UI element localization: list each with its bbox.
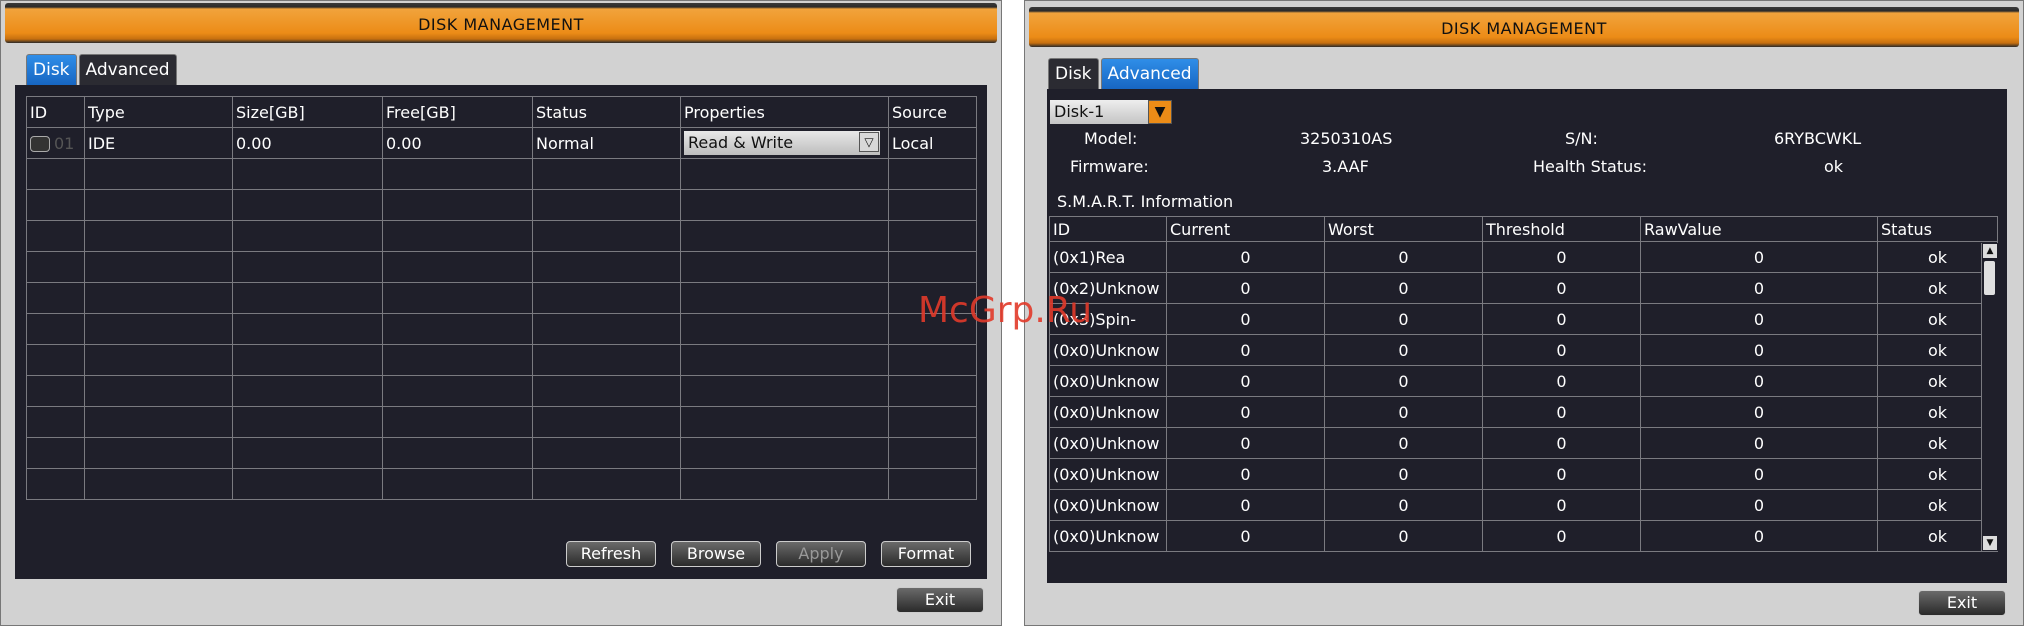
col-id: ID: [1049, 216, 1167, 242]
table-row[interactable]: (0x1)Rea 0 0 0 0 ok: [1049, 241, 1998, 273]
table-row: [26, 344, 977, 376]
table-row[interactable]: (0x0)Unknow 0 0 0 0 ok: [1049, 365, 1998, 397]
properties-value: Read & Write: [688, 133, 794, 152]
table-row: [26, 406, 977, 438]
col-free: Free[GB]: [382, 96, 533, 128]
apply-button[interactable]: Apply: [776, 541, 866, 567]
table-row: [26, 189, 977, 221]
col-type: Type: [84, 96, 233, 128]
table-row[interactable]: 01 IDE 0.00 0.00 Normal Read & Write ▽ L…: [26, 127, 977, 159]
col-status: Status: [1877, 216, 1998, 242]
tab-bar: Disk Advanced: [1048, 58, 1201, 90]
row-source: Local: [888, 127, 977, 159]
tab-advanced[interactable]: Advanced: [78, 54, 177, 85]
disk-table: ID Type Size[GB] Free[GB] Status Propert…: [26, 96, 977, 500]
col-status: Status: [532, 96, 681, 128]
chevron-down-icon[interactable]: ▼: [1148, 100, 1172, 124]
row-id: 01: [54, 133, 75, 153]
chevron-down-icon[interactable]: ▽: [859, 132, 879, 152]
col-threshold: Threshold: [1482, 216, 1641, 242]
smart-table: ID Current Worst Threshold RawValue Stat…: [1049, 216, 1998, 552]
browse-button[interactable]: Browse: [671, 541, 761, 567]
table-row: [26, 220, 977, 252]
refresh-button[interactable]: Refresh: [566, 541, 656, 567]
col-id: ID: [26, 96, 85, 128]
table-row[interactable]: (0x0)Unknow 0 0 0 0 ok: [1049, 489, 1998, 521]
scroll-thumb[interactable]: [1984, 261, 1995, 295]
window-title: DISK MANAGEMENT: [1029, 7, 2019, 47]
col-source: Source: [888, 96, 977, 128]
row-type: IDE: [84, 127, 233, 159]
row-size: 0.00: [232, 127, 383, 159]
row-checkbox[interactable]: [30, 136, 50, 152]
health-status-value: ok: [1824, 157, 1844, 176]
sn-value: 6RYBCWKL: [1774, 129, 1862, 148]
scroll-down-icon[interactable]: ▼: [1983, 536, 1997, 550]
col-current: Current: [1166, 216, 1325, 242]
col-rawvalue: RawValue: [1640, 216, 1878, 242]
table-row[interactable]: (0x0)Unknow 0 0 0 0 ok: [1049, 458, 1998, 490]
watermark: McGrp.Ru: [918, 290, 1093, 331]
row-free: 0.00: [382, 127, 533, 159]
table-row: [26, 437, 977, 469]
table-row[interactable]: (0x3)Spin- 0 0 0 0 ok: [1049, 303, 1998, 335]
firmware-value: 3.AAF: [1322, 157, 1369, 176]
tab-bar: Disk Advanced: [26, 54, 179, 86]
properties-select[interactable]: Read & Write ▽: [684, 131, 880, 155]
exit-button[interactable]: Exit: [896, 587, 984, 613]
firmware-label: Firmware:: [1070, 157, 1149, 176]
disk-select[interactable]: Disk-1 ▼: [1050, 100, 1172, 124]
smart-info-title: S.M.A.R.T. Information: [1057, 192, 1234, 211]
tab-disk[interactable]: Disk: [1048, 58, 1099, 89]
table-row: [26, 282, 977, 314]
tab-disk[interactable]: Disk: [26, 54, 77, 85]
scroll-up-icon[interactable]: ▲: [1983, 244, 1997, 258]
model-label: Model:: [1084, 129, 1138, 148]
table-row: [26, 468, 977, 500]
table-header: ID Current Worst Threshold RawValue Stat…: [1049, 216, 1998, 242]
table-row[interactable]: (0x0)Unknow 0 0 0 0 ok: [1049, 427, 1998, 459]
table-row: [26, 313, 977, 345]
col-properties: Properties: [680, 96, 889, 128]
model-value: 3250310AS: [1300, 129, 1393, 148]
sn-label: S/N:: [1565, 129, 1598, 148]
col-size: Size[GB]: [232, 96, 383, 128]
health-status-label: Health Status:: [1533, 157, 1647, 176]
table-row: [26, 158, 977, 190]
smart-scrollbar[interactable]: ▲ ▼: [1981, 243, 1998, 551]
table-row[interactable]: (0x2)Unknow 0 0 0 0 ok: [1049, 272, 1998, 304]
table-row: [26, 251, 977, 283]
row-status: Normal: [532, 127, 681, 159]
table-row[interactable]: (0x0)Unknow 0 0 0 0 ok: [1049, 520, 1998, 552]
window-title: DISK MANAGEMENT: [5, 3, 997, 43]
col-worst: Worst: [1324, 216, 1483, 242]
tab-advanced[interactable]: Advanced: [1100, 58, 1199, 89]
exit-button[interactable]: Exit: [1918, 590, 2006, 616]
disk-select-value: Disk-1: [1054, 102, 1105, 121]
table-row: [26, 375, 977, 407]
table-row[interactable]: (0x0)Unknow 0 0 0 0 ok: [1049, 396, 1998, 428]
format-button[interactable]: Format: [881, 541, 971, 567]
table-header: ID Type Size[GB] Free[GB] Status Propert…: [26, 96, 977, 128]
table-row[interactable]: (0x0)Unknow 0 0 0 0 ok: [1049, 334, 1998, 366]
